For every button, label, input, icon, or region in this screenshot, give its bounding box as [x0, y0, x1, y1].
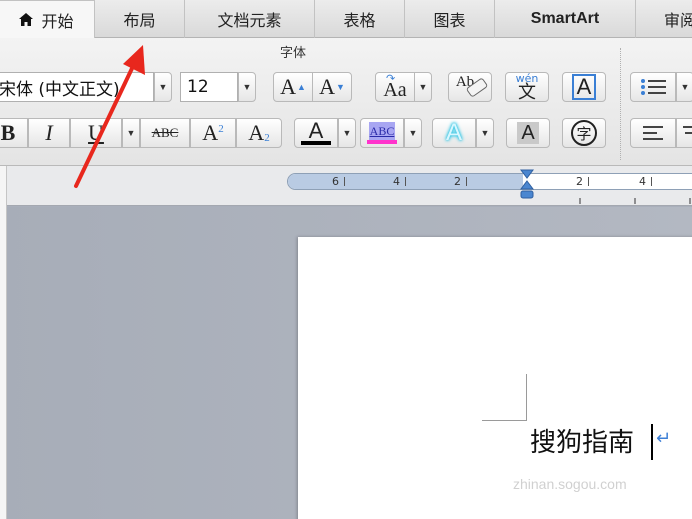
character-border-label: A — [571, 74, 597, 100]
margin-crop-mark — [482, 420, 527, 421]
align-center-icon — [683, 126, 692, 134]
tab-home[interactable]: 开始 — [0, 0, 95, 39]
highlight-swatch — [367, 140, 397, 144]
up-arrow-icon: ▲ — [296, 82, 306, 92]
align-left-button[interactable] — [630, 118, 676, 148]
ruler-tick-label: 6 — [332, 175, 339, 188]
ruler-tick-label: 4 — [639, 175, 646, 188]
tab-smartart-label: SmartArt — [530, 10, 600, 27]
tab-layout[interactable]: 布局 — [95, 0, 185, 38]
group-divider — [620, 48, 621, 160]
ruler-tick-mark — [588, 177, 589, 186]
strikethrough-label: ABC — [151, 125, 179, 140]
ribbon-tab-bar: 开始 布局 文档元素 表格 图表 SmartArt 审阅 — [0, 0, 692, 39]
change-case-arrow-icon: ↷ — [386, 73, 396, 85]
tab-layout-label: 布局 — [123, 11, 156, 30]
ruler-tick-mark — [405, 177, 406, 186]
change-case-button[interactable]: ↷ Aa — [375, 72, 415, 102]
tab-home-label: 开始 — [41, 12, 74, 31]
subscript-base: A — [248, 120, 265, 145]
align-center-button[interactable] — [676, 118, 692, 148]
font-color-swatch — [301, 141, 331, 145]
enclose-characters-button[interactable]: 字 — [562, 118, 606, 148]
paragraph-mark: ↵ — [656, 428, 672, 449]
tab-document-elements-label: 文档元素 — [217, 11, 282, 30]
text-effects-dropdown[interactable]: ▼ — [476, 118, 494, 148]
tab-document-elements[interactable]: 文档元素 — [185, 0, 315, 38]
grow-font-label: A — [280, 74, 296, 99]
ruler-tick-label: 4 — [393, 175, 400, 188]
tab-review-label: 审阅 — [664, 11, 692, 30]
home-icon — [19, 11, 34, 30]
font-size-dropdown[interactable]: ▼ — [238, 72, 256, 102]
clear-formatting-button[interactable]: Ab — [448, 72, 492, 102]
tab-tables[interactable]: 表格 — [315, 0, 405, 38]
down-arrow-icon: ▼ — [335, 82, 345, 92]
bold-label: B — [0, 120, 16, 145]
group-label-font: 字体 — [280, 46, 307, 61]
character-shading-label: A — [517, 122, 539, 144]
subscript-button[interactable]: A 2 — [236, 118, 282, 148]
bullets-button[interactable] — [630, 72, 676, 102]
tab-tables-label: 表格 — [343, 11, 376, 30]
change-case-dropdown[interactable]: ▼ — [414, 72, 432, 102]
horizontal-ruler[interactable]: 6 4 2 2 4 — [287, 173, 692, 190]
ribbon-font-group: 字体 宋体 (中文正文) ▼ 12 ▼ A ▲ A ▼ ↷ Aa ▼ Ab wé… — [0, 38, 692, 166]
watermark-text: zhinan.sogou.com — [513, 476, 627, 492]
ruler-tick-label: 2 — [454, 175, 461, 188]
superscript-button[interactable]: A 2 — [190, 118, 236, 148]
text-caret — [651, 424, 653, 460]
superscript-mark: 2 — [218, 123, 224, 135]
highlight-button[interactable]: ABC — [360, 118, 404, 148]
font-color-dropdown[interactable]: ▼ — [338, 118, 356, 148]
superscript-base: A — [202, 120, 219, 145]
shrink-font-button[interactable]: A ▼ — [312, 72, 352, 102]
font-name-dropdown[interactable]: ▼ — [154, 72, 172, 102]
align-left-icon — [643, 126, 663, 140]
enclose-characters-label: 字 — [571, 120, 597, 146]
document-page[interactable] — [298, 237, 692, 519]
strikethrough-button[interactable]: ABC — [140, 118, 190, 148]
document-left-strip — [0, 166, 7, 519]
underline-button[interactable]: U — [70, 118, 122, 148]
font-color-label: A — [308, 118, 324, 143]
font-color-button[interactable]: A — [294, 118, 338, 148]
margin-crop-mark — [526, 374, 527, 420]
shrink-font-label: A — [319, 74, 335, 99]
bold-button[interactable]: B — [0, 118, 28, 148]
font-name-field[interactable]: 宋体 (中文正文) — [0, 72, 154, 102]
character-shading-button[interactable]: A — [506, 118, 550, 148]
ruler-tick-mark — [344, 177, 345, 186]
indent-marker-icon[interactable] — [520, 169, 534, 201]
tab-review[interactable]: 审阅 — [636, 0, 692, 38]
phonetic-guide-button[interactable]: wén 文 — [505, 72, 549, 102]
ruler-lower-ticks — [579, 198, 691, 204]
underline-label: U — [88, 120, 104, 145]
character-border-button[interactable]: A — [562, 72, 606, 102]
underline-dropdown[interactable]: ▼ — [122, 118, 140, 148]
font-size-field[interactable]: 12 — [180, 72, 238, 102]
italic-label: I — [45, 120, 53, 145]
italic-button[interactable]: I — [28, 118, 70, 148]
text-effects-button[interactable]: A — [432, 118, 476, 148]
subscript-mark: 2 — [264, 132, 270, 144]
phonetic-guide-label: 文 — [518, 81, 536, 103]
ruler-tick-mark — [651, 177, 652, 186]
tab-charts[interactable]: 图表 — [405, 0, 495, 38]
ruler-tick-label: 2 — [576, 175, 583, 188]
bullets-dropdown[interactable]: ▼ — [676, 72, 692, 102]
ruler-tick-mark — [466, 177, 467, 186]
tab-smartart[interactable]: SmartArt — [495, 0, 636, 38]
tab-charts-label: 图表 — [433, 11, 466, 30]
grow-font-button[interactable]: A ▲ — [273, 72, 313, 102]
highlight-dropdown[interactable]: ▼ — [404, 118, 422, 148]
highlight-label: ABC — [368, 122, 396, 140]
document-text[interactable]: 搜狗指南 — [530, 422, 634, 459]
text-effects-label: A — [445, 119, 462, 146]
bullets-icon — [641, 79, 666, 95]
